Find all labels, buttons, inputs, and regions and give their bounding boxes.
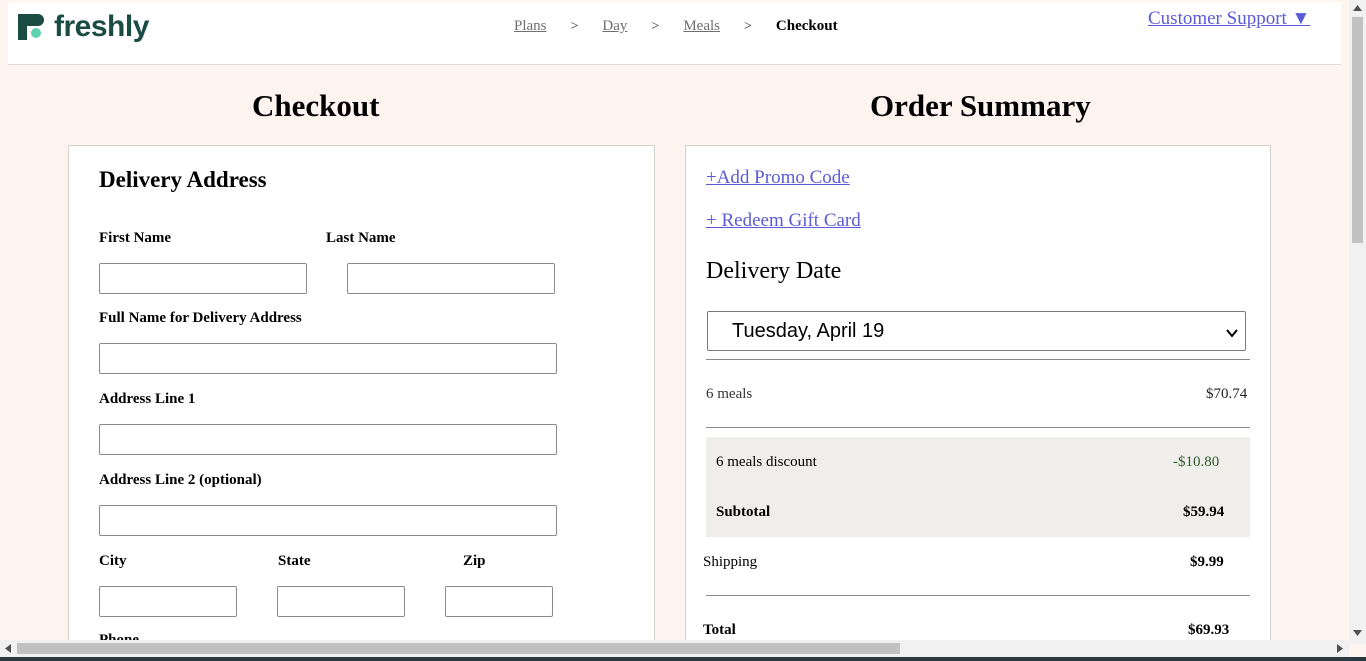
shipping-label: Shipping xyxy=(703,554,758,570)
horizontal-scrollbar[interactable] xyxy=(0,640,1349,657)
full-name-input[interactable] xyxy=(99,343,557,374)
breadcrumb-separator: > xyxy=(744,18,752,34)
horizontal-scroll-thumb[interactable] xyxy=(17,643,900,654)
zip-label: Zip xyxy=(463,553,486,569)
address-line-1-input[interactable] xyxy=(99,424,557,455)
first-name-label: First Name xyxy=(99,230,172,246)
chevron-down-icon xyxy=(1225,323,1239,338)
first-name-input[interactable] xyxy=(99,263,307,294)
top-nav: freshly Plans > Day > Meals > Checkout C… xyxy=(8,2,1341,65)
customer-support-menu[interactable]: Customer Support ▼ xyxy=(1148,8,1310,30)
scroll-left-icon[interactable] xyxy=(5,644,11,653)
subtotal-label: Subtotal xyxy=(716,504,771,520)
address-line-2-label: Address Line 2 (optional) xyxy=(99,472,262,488)
breadcrumb-separator: > xyxy=(570,18,579,34)
meals-price: $70.74 xyxy=(1206,386,1248,402)
divider xyxy=(706,595,1250,596)
add-promo-code-link[interactable]: +Add Promo Code xyxy=(706,167,850,189)
taskbar-strip xyxy=(0,657,1366,661)
city-input[interactable] xyxy=(99,586,237,617)
breadcrumb: Plans > Day > Meals > Checkout xyxy=(514,18,838,35)
vertical-scrollbar[interactable] xyxy=(1349,0,1366,644)
divider xyxy=(706,427,1250,428)
total-value: $69.93 xyxy=(1188,622,1230,638)
address-line-2-input[interactable] xyxy=(99,505,557,536)
total-label: Total xyxy=(703,622,736,638)
meals-count-label: 6 meals xyxy=(706,386,753,402)
meals-discount-value: -$10.80 xyxy=(1173,454,1220,470)
delivery-date-value: Tuesday, April 19 xyxy=(732,319,885,342)
freshly-logo[interactable]: freshly xyxy=(18,12,149,42)
divider xyxy=(706,359,1250,360)
shipping-value: $9.99 xyxy=(1190,554,1224,570)
delivery-address-panel: Delivery Address First Name Last Name Fu… xyxy=(68,145,655,661)
last-name-input[interactable] xyxy=(347,263,555,294)
breadcrumb-meals[interactable]: Meals xyxy=(683,18,720,35)
order-summary-panel: +Add Promo Code + Redeem Gift Card Deliv… xyxy=(685,145,1271,661)
address-line-1-label: Address Line 1 xyxy=(99,391,196,407)
redeem-gift-card-link[interactable]: + Redeem Gift Card xyxy=(706,210,861,232)
full-name-label: Full Name for Delivery Address xyxy=(99,310,302,326)
scroll-up-icon[interactable] xyxy=(1353,5,1362,11)
checkout-title: Checkout xyxy=(252,88,380,123)
delivery-date-label: Delivery Date xyxy=(706,258,842,284)
zip-input[interactable] xyxy=(445,586,553,617)
freshly-logo-icon xyxy=(18,14,44,40)
meals-discount-label: 6 meals discount xyxy=(716,454,817,470)
breadcrumb-plans[interactable]: Plans xyxy=(514,18,547,35)
last-name-label: Last Name xyxy=(326,230,396,246)
discount-subtotal-box xyxy=(706,437,1250,537)
breadcrumb-day[interactable]: Day xyxy=(602,18,627,35)
delivery-date-select[interactable]: Tuesday, April 19 xyxy=(707,311,1246,351)
order-summary-title: Order Summary xyxy=(870,88,1091,123)
scroll-down-icon[interactable] xyxy=(1353,630,1362,636)
brand-name: freshly xyxy=(54,10,149,43)
scroll-right-icon[interactable] xyxy=(1337,644,1343,653)
state-label: State xyxy=(278,553,311,569)
state-input[interactable] xyxy=(277,586,405,617)
breadcrumb-separator: > xyxy=(651,18,660,34)
subtotal-value: $59.94 xyxy=(1183,504,1225,520)
city-label: City xyxy=(99,553,127,569)
vertical-scroll-thumb[interactable] xyxy=(1352,17,1363,243)
delivery-address-heading: Delivery Address xyxy=(99,167,267,192)
breadcrumb-checkout: Checkout xyxy=(775,18,838,34)
